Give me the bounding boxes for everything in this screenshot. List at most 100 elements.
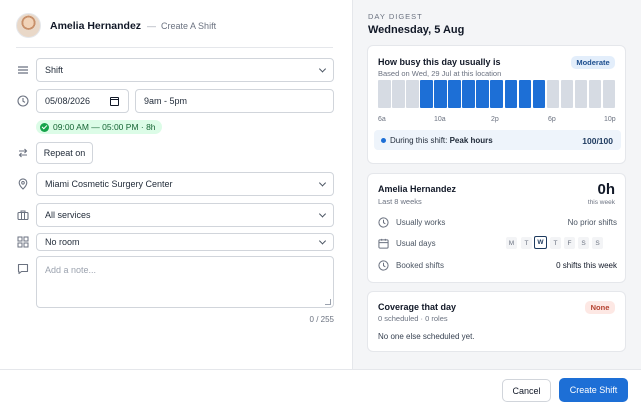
briefcase-icon xyxy=(17,210,29,221)
shift-type-value: Shift xyxy=(45,65,64,75)
comment-icon xyxy=(17,263,29,275)
booked-shifts-label: Booked shifts xyxy=(396,261,445,270)
tick-label: 10p xyxy=(604,116,616,123)
day-chip: T xyxy=(550,237,561,249)
activity-bar xyxy=(462,80,475,108)
time-summary-badge: 09:00 AM — 05:00 PM · 8h xyxy=(36,120,162,134)
booked-shifts-row: Booked shifts 0 shifts this week xyxy=(378,259,617,273)
day-chip: S xyxy=(592,237,603,249)
day-chip-selected: W xyxy=(534,236,547,249)
booked-shifts-value: 0 shifts this week xyxy=(556,261,617,270)
hours-this-week: 0h xyxy=(597,181,615,198)
time-range-input[interactable]: 9am - 5pm xyxy=(135,89,334,113)
date-value: 05/08/2026 xyxy=(45,96,91,106)
clock-icon xyxy=(378,217,389,228)
date-input[interactable]: 05/08/2026 xyxy=(36,89,129,113)
header-separator: — xyxy=(147,20,157,31)
chevron-down-icon xyxy=(318,237,327,245)
coverage-empty-text: No one else scheduled yet. xyxy=(378,332,475,341)
activity-bar xyxy=(434,80,447,108)
usually-works-row: Usually works No prior shifts xyxy=(378,216,617,230)
usually-works-label: Usually works xyxy=(396,218,446,227)
day-chip: M xyxy=(506,237,517,249)
chevron-down-icon xyxy=(318,65,327,73)
header-divider xyxy=(16,47,333,48)
note-character-count: 0 / 255 xyxy=(309,315,334,324)
hourly-activity-chart xyxy=(378,80,617,108)
status-dot-icon xyxy=(381,138,386,143)
menu-icon xyxy=(18,66,28,74)
busy-title: How busy this day usually is xyxy=(378,57,501,67)
shift-type-select[interactable]: Shift xyxy=(36,58,334,82)
day-digest-panel: DAY DIGEST Wednesday, 5 Aug How busy thi… xyxy=(352,0,641,369)
location-pin-icon xyxy=(18,178,28,190)
activity-bar xyxy=(602,80,616,108)
activity-bar xyxy=(392,80,405,108)
avatar xyxy=(16,13,41,38)
hours-caption: this week xyxy=(587,199,615,206)
location-select[interactable]: Miami Cosmetic Surgery Center xyxy=(36,172,334,196)
staff-summary-card: Amelia Hernandez Last 8 weeks 0h this we… xyxy=(367,173,626,283)
resize-handle[interactable] xyxy=(325,299,331,305)
grid-icon xyxy=(17,236,29,248)
digest-date: Wednesday, 5 Aug xyxy=(368,24,465,36)
calendar-icon xyxy=(378,238,389,249)
coverage-title: Coverage that day xyxy=(378,302,457,312)
modal-title: Create A Shift xyxy=(161,20,217,31)
busy-subtitle: Based on Wed, 29 Jul at this location xyxy=(378,69,502,78)
clock-icon xyxy=(378,260,389,271)
note-textarea[interactable]: Add a note... xyxy=(36,256,334,308)
services-value: All services xyxy=(45,210,91,220)
staff-card-subtitle: Last 8 weeks xyxy=(378,197,422,206)
peak-label: Peak hours xyxy=(449,136,493,145)
chevron-down-icon xyxy=(318,210,327,218)
peak-prefix: During this shift: xyxy=(390,136,448,145)
activity-bar xyxy=(448,80,461,108)
clock-icon xyxy=(17,95,29,107)
activity-bar xyxy=(406,80,419,108)
activity-bar xyxy=(560,80,574,108)
note-placeholder: Add a note... xyxy=(45,265,97,275)
activity-bar xyxy=(574,80,588,108)
day-chip: S xyxy=(578,237,589,249)
repeat-icon xyxy=(18,148,28,158)
tick-label: 10a xyxy=(434,116,446,123)
repeat-on-button[interactable]: Repeat on xyxy=(36,142,93,164)
digest-eyebrow: DAY DIGEST xyxy=(368,12,423,21)
coverage-subtitle: 0 scheduled · 0 roles xyxy=(378,314,448,323)
staff-card-name: Amelia Hernandez xyxy=(378,184,457,194)
activity-bar xyxy=(518,80,532,108)
coverage-card: Coverage that day 0 scheduled · 0 roles … xyxy=(367,291,626,352)
activity-bar xyxy=(532,80,546,108)
activity-bar xyxy=(476,80,489,108)
tick-label: 6p xyxy=(548,116,556,123)
busy-level-badge: Moderate xyxy=(571,56,615,69)
day-chip: T xyxy=(521,237,532,249)
busy-card: How busy this day usually is Based on We… xyxy=(367,45,626,164)
peak-hours-banner: During this shift: Peak hours 100/100 xyxy=(374,130,621,150)
activity-bar xyxy=(490,80,504,108)
services-select[interactable]: All services xyxy=(36,203,334,227)
calendar-icon[interactable] xyxy=(110,97,119,106)
usual-days-label: Usual days xyxy=(396,239,436,248)
day-chip: F xyxy=(564,237,575,249)
activity-bar xyxy=(588,80,602,108)
room-select[interactable]: No room xyxy=(36,233,334,251)
time-range-value: 9am - 5pm xyxy=(144,96,188,106)
cancel-button[interactable]: Cancel xyxy=(502,379,551,402)
activity-bar xyxy=(378,80,391,108)
usually-works-value: No prior shifts xyxy=(567,218,617,227)
tick-label: 6a xyxy=(378,116,386,123)
activity-bar xyxy=(546,80,560,108)
activity-bar xyxy=(504,80,518,108)
modal-header: Amelia Hernandez — Create A Shift xyxy=(16,12,216,39)
create-shift-button[interactable]: Create Shift xyxy=(559,378,628,402)
location-value: Miami Cosmetic Surgery Center xyxy=(45,179,173,189)
time-summary-text: 09:00 AM — 05:00 PM · 8h xyxy=(53,122,156,132)
shift-form-panel: Amelia Hernandez — Create A Shift Shift … xyxy=(0,0,352,369)
peak-score: 100/100 xyxy=(582,136,613,146)
chevron-down-icon xyxy=(318,179,327,187)
create-shift-modal: Amelia Hernandez — Create A Shift Shift … xyxy=(0,0,641,413)
room-value: No room xyxy=(45,237,80,247)
activity-bar xyxy=(420,80,433,108)
